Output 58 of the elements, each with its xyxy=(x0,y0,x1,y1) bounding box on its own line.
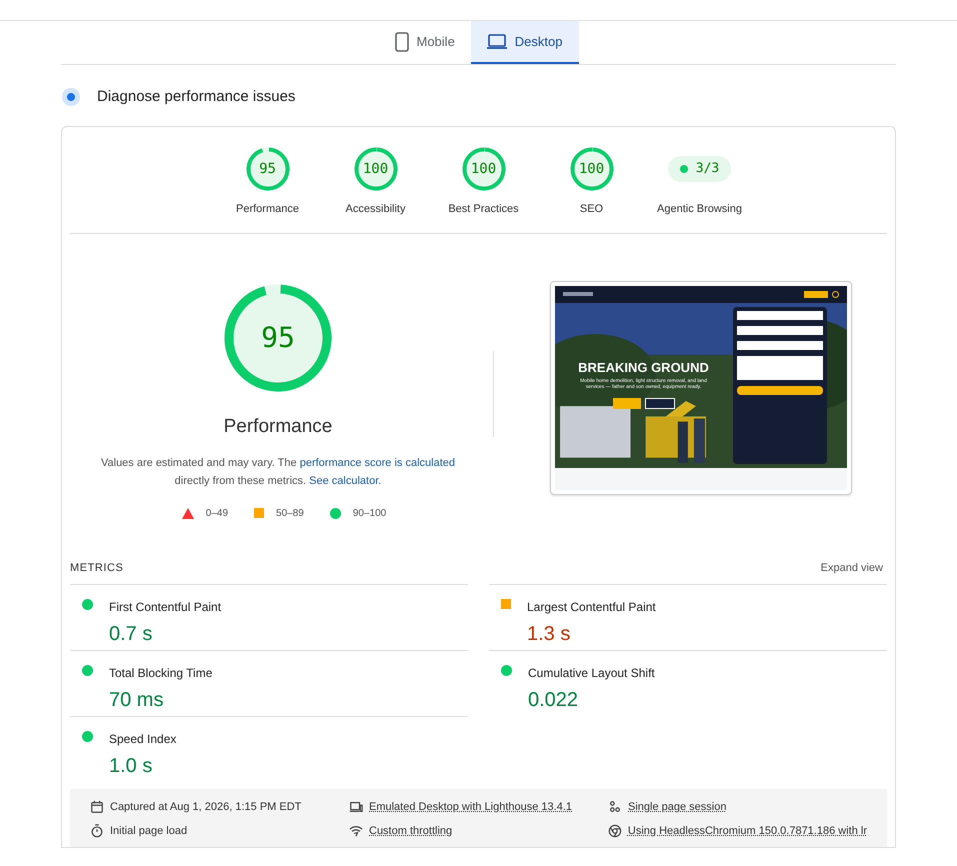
browser-icon xyxy=(608,824,622,838)
score-value: 100 xyxy=(470,162,496,176)
score-link[interactable]: performance score is calculated xyxy=(300,456,455,469)
score-value: 95 xyxy=(261,324,295,352)
hero-headline: BREAKING GROUND xyxy=(578,361,709,374)
device-tab[interactable]: Mobile xyxy=(378,21,471,64)
score-gauge xyxy=(462,146,506,190)
score-pill: 3/3 xyxy=(668,156,732,182)
legend-range: 0–49 xyxy=(206,506,228,521)
score-gauge xyxy=(246,146,290,190)
metric-value: 0.022 xyxy=(528,688,580,713)
score-value: 95 xyxy=(259,162,276,176)
triangle-icon xyxy=(182,508,194,519)
score-value: 100 xyxy=(362,162,388,176)
category-label: Agentic Browsing xyxy=(657,202,742,216)
metric-value: 1.0 s xyxy=(109,754,154,779)
category-label: Best Practices xyxy=(448,202,519,216)
score-note: Values are estimated and may vary. The performance score is calculated directly from these metrics. See calculator. xyxy=(100,456,456,489)
stopwatch-icon xyxy=(90,824,104,838)
wifi-icon xyxy=(349,824,363,838)
score-title: Performance xyxy=(224,415,332,440)
category-label: Accessibility xyxy=(346,202,406,216)
square-icon xyxy=(501,599,511,609)
spinner-icon xyxy=(61,87,81,108)
legend-range: 50–89 xyxy=(276,506,304,521)
expand-view-button[interactable]: Expand view xyxy=(820,560,887,576)
metric-name: First Contentful Paint xyxy=(109,599,222,616)
metric-value: 0.7 s xyxy=(109,622,154,647)
laptop-icon xyxy=(486,34,507,50)
square-icon xyxy=(254,508,264,518)
score-value: 100 xyxy=(578,162,604,176)
info-text: Initial page load xyxy=(110,824,188,838)
phone-icon xyxy=(394,32,408,52)
calendar-icon xyxy=(90,800,104,814)
category-label: Performance xyxy=(236,202,299,216)
phone-icon xyxy=(832,290,838,298)
metric-value: 1.3 s xyxy=(527,622,572,647)
laptop-icon xyxy=(349,800,363,814)
metric-name: Total Blocking Time xyxy=(109,665,212,682)
device-tab[interactable]: Desktop xyxy=(470,21,578,64)
category-label: SEO xyxy=(580,202,604,216)
info-link[interactable]: Using HeadlessChromium 150.0.7871.186 with lr xyxy=(628,822,867,839)
metric-name: Largest Contentful Paint xyxy=(527,599,656,616)
metric-value: 70 ms xyxy=(109,688,164,713)
info-link[interactable]: Emulated Desktop with Lighthouse 13.4.1 xyxy=(369,799,572,816)
people-icon xyxy=(608,800,622,814)
metric-name: Speed Index xyxy=(109,731,176,748)
calculator-link[interactable]: See calculator. xyxy=(309,474,382,487)
metric-name: Cumulative Layout Shift xyxy=(528,665,655,682)
info-link[interactable]: Single page session xyxy=(628,799,726,816)
legend-range: 90–100 xyxy=(352,506,386,521)
logo-icon xyxy=(562,292,592,296)
metrics-heading: METRICS xyxy=(70,560,124,576)
score-gauge xyxy=(354,146,398,190)
score-gauge xyxy=(570,146,614,190)
section-title: Diagnose performance issues xyxy=(97,87,296,107)
info-link[interactable]: Custom throttling xyxy=(369,822,452,839)
info-text: Captured at Aug 1, 2026, 1:15 PM EDT xyxy=(110,800,302,815)
